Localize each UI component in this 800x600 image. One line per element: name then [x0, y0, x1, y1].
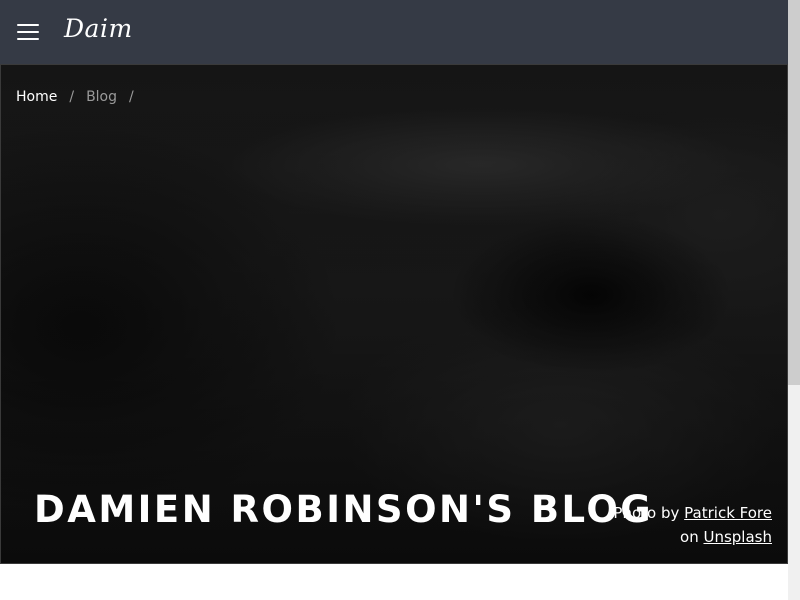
hamburger-menu-icon[interactable] [17, 24, 39, 40]
hero-banner: Home / Blog / DAMIEN ROBINSON'S BLOG Pho… [0, 64, 788, 564]
breadcrumb: Home / Blog / [16, 89, 146, 105]
site-logo[interactable]: Daim [64, 14, 133, 43]
page-scrollbar[interactable] [788, 0, 800, 600]
page: Daim Home / Blog / DAMIEN ROBINSON'S BLO… [0, 0, 800, 600]
menu-bar-line [17, 31, 39, 33]
page-title: DAMIEN ROBINSON'S BLOG [34, 488, 654, 531]
breadcrumb-separator: / [69, 89, 75, 105]
credit-middle: on [680, 528, 699, 546]
top-navbar: Daim [0, 0, 788, 64]
menu-bar-line [17, 38, 39, 40]
photo-credit: Photo by Patrick Fore on Unsplash [602, 501, 772, 549]
photographer-link[interactable]: Patrick Fore [684, 504, 772, 522]
breadcrumb-blog-link[interactable]: Blog [86, 89, 117, 105]
unsplash-link[interactable]: Unsplash [703, 528, 772, 546]
menu-bar-line [17, 24, 39, 26]
breadcrumb-separator: / [129, 89, 134, 105]
breadcrumb-home-link[interactable]: Home [16, 89, 57, 105]
scrollbar-thumb[interactable] [788, 0, 800, 385]
credit-prefix: Photo by [613, 504, 680, 522]
